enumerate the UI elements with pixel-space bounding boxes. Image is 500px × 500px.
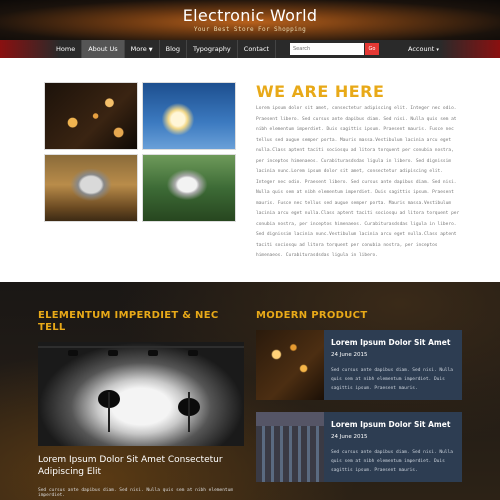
studio-photo: [38, 342, 244, 446]
chevron-down-icon: ▼: [148, 47, 153, 53]
nav-item-more[interactable]: More ▼: [125, 40, 160, 58]
studio-lamp: [148, 350, 158, 356]
about-text: Lorem ipsum dolor sit amet, consectetur …: [256, 106, 460, 258]
nav-item-home[interactable]: Home: [50, 40, 83, 58]
chevron-down-icon: ▾: [436, 47, 439, 53]
nav-item-more-label: More: [130, 45, 147, 53]
search-input[interactable]: [290, 43, 364, 55]
search-button[interactable]: Go: [365, 43, 379, 55]
about-section: WE ARE HERE Lorem ipsum dolor sit amet, …: [0, 58, 500, 282]
feature-text: Sed cursus ante dapibus diam. Sed nisi. …: [38, 488, 234, 498]
studio-lamp: [68, 350, 78, 356]
studio-beam: [38, 346, 244, 348]
product-card[interactable]: Lorem Ipsum Dolor Sit Amet 24 June 2015 …: [256, 412, 462, 482]
nav-menu: Home About Us More ▼ Blog Typography Cont…: [50, 40, 277, 58]
product-description: Sed cursus ante dapibus diam. Sed nisi. …: [331, 450, 453, 473]
feature-caption[interactable]: Lorem Ipsum Dolor Sit Amet Consectetur A…: [38, 454, 248, 478]
main-navbar: Home About Us More ▼ Blog Typography Cont…: [0, 40, 500, 58]
site-tagline: Your Best Store For Shopping: [193, 26, 307, 33]
product-description: Sed cursus ante dapibus diam. Sed nisi. …: [331, 368, 453, 391]
account-menu[interactable]: Account ▾: [408, 40, 439, 59]
studio-lamp: [188, 350, 198, 356]
product-card[interactable]: Lorem Ipsum Dolor Sit Amet 24 June 2015 …: [256, 330, 462, 400]
about-heading: WE ARE HERE: [256, 82, 385, 101]
site-title[interactable]: Electronic World: [0, 6, 500, 25]
nav-item-contact[interactable]: Contact: [238, 40, 277, 58]
nav-item-about-us[interactable]: About Us: [82, 40, 125, 58]
site-header: Electronic World Your Best Store For Sho…: [0, 0, 500, 40]
product-thumbnail: [256, 412, 324, 482]
product-date: 24 June 2015: [331, 434, 368, 440]
account-label: Account: [408, 45, 435, 53]
products-heading: MODERN PRODUCT: [256, 310, 368, 321]
product-thumbnail: [256, 330, 324, 400]
action-camera-photo: [44, 154, 138, 222]
light-bulb-photo: [142, 82, 236, 150]
string-lights-photo: [44, 82, 138, 150]
studio-stand: [188, 392, 190, 432]
drone-camera-photo: [142, 154, 236, 222]
studio-stand: [108, 392, 110, 432]
nav-item-blog[interactable]: Blog: [160, 40, 187, 58]
featured-section: ELEMENTUM IMPERDIET & NEC TELL Lorem Ips…: [0, 282, 500, 500]
product-title[interactable]: Lorem Ipsum Dolor Sit Amet: [331, 338, 450, 347]
feature-heading: ELEMENTUM IMPERDIET & NEC TELL: [38, 310, 219, 333]
product-title[interactable]: Lorem Ipsum Dolor Sit Amet: [331, 420, 450, 429]
product-date: 24 June 2015: [331, 352, 368, 358]
studio-lamp: [108, 350, 118, 356]
nav-item-typography[interactable]: Typography: [187, 40, 238, 58]
